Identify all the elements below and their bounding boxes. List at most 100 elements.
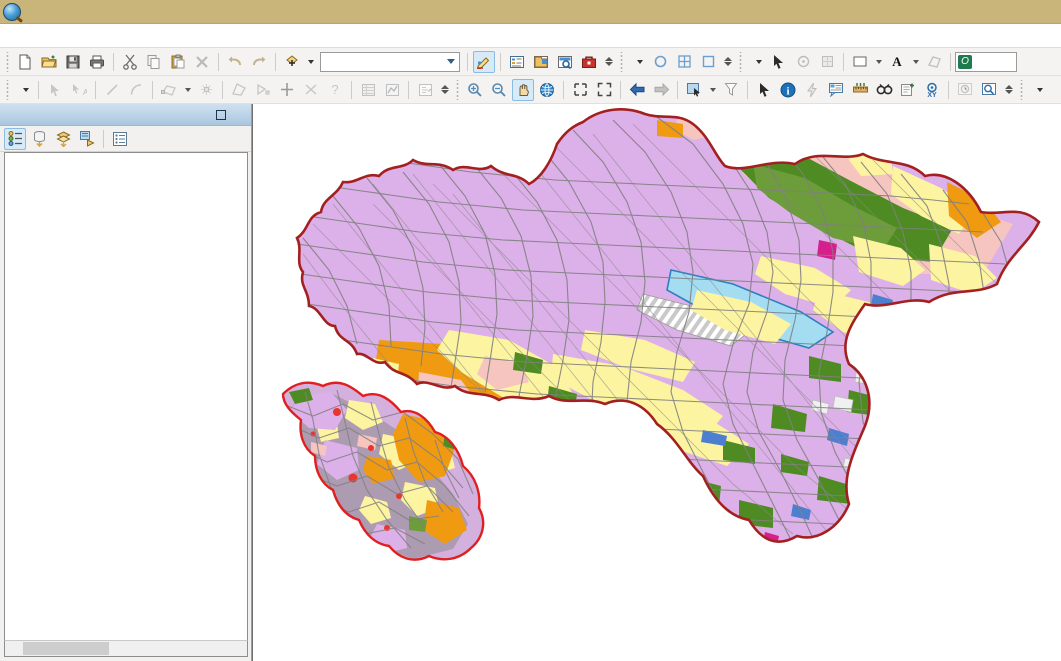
map-view[interactable] <box>252 104 1061 661</box>
chevron-down-icon[interactable] <box>23 88 29 92</box>
zoom-out-button[interactable] <box>488 79 510 101</box>
drawing-menu[interactable] <box>746 58 767 66</box>
editor-toolbar-grip[interactable] <box>4 80 11 100</box>
table-of-contents-button[interactable] <box>506 51 528 73</box>
menu-file[interactable] <box>8 33 26 39</box>
go-to-xy-button[interactable]: XY <box>921 79 943 101</box>
split-tool-button[interactable] <box>276 79 298 101</box>
help-tool-button[interactable]: ? <box>324 79 346 101</box>
snapping-overflow-button[interactable] <box>722 51 733 73</box>
go-back-extent-button[interactable] <box>626 79 648 101</box>
snapping-toolbar-grip[interactable] <box>618 52 625 72</box>
hyperlink-button[interactable] <box>801 79 823 101</box>
undo-button[interactable] <box>224 51 246 73</box>
snapping-point-button[interactable] <box>649 51 671 73</box>
edit-vertices-button[interactable] <box>816 51 838 73</box>
fill-color-dropdown-caret[interactable] <box>876 60 882 64</box>
select-elements-map-button[interactable] <box>753 79 775 101</box>
select-by-attributes-button[interactable] <box>720 79 742 101</box>
snapping-vertex-button[interactable] <box>673 51 695 73</box>
menu-geoprocessing[interactable] <box>116 33 134 39</box>
georeferencing-menu[interactable] <box>1027 86 1048 94</box>
rotate-tool-button[interactable] <box>300 79 322 101</box>
print-button[interactable] <box>86 51 108 73</box>
rotate-element-button[interactable] <box>792 51 814 73</box>
menu-help[interactable] <box>170 33 188 39</box>
snapping-menu[interactable] <box>627 58 648 66</box>
menu-windows[interactable] <box>152 33 170 39</box>
select-features-dropdown-caret[interactable] <box>710 88 716 92</box>
curve-segment-button[interactable] <box>125 79 147 101</box>
pan-button[interactable] <box>512 79 534 101</box>
drawing-toolbar-grip[interactable] <box>737 52 744 72</box>
toc-options-button[interactable] <box>109 128 131 150</box>
scroll-left-arrow-icon[interactable] <box>5 641 21 656</box>
catalog-button[interactable] <box>530 51 552 73</box>
tools-overflow-button[interactable] <box>1003 79 1014 101</box>
toolbar-overflow-button[interactable] <box>603 51 614 73</box>
list-by-source-button[interactable] <box>28 128 50 150</box>
menu-customize[interactable] <box>134 33 152 39</box>
identify-button[interactable]: i <box>777 79 799 101</box>
menu-selection[interactable] <box>98 33 116 39</box>
zoom-in-button[interactable] <box>464 79 486 101</box>
list-by-drawing-order-button[interactable] <box>4 128 26 150</box>
font-color-dropdown-caret[interactable] <box>913 60 919 64</box>
font-name-combobox[interactable]: O <box>955 52 1017 72</box>
editor-overflow-button[interactable] <box>439 79 450 101</box>
toc-tree[interactable] <box>4 152 248 640</box>
arctoolbox-button[interactable] <box>578 51 600 73</box>
construction-tool-dropdown-caret[interactable] <box>185 88 191 92</box>
time-slider-button[interactable] <box>954 79 976 101</box>
delete-button[interactable] <box>191 51 213 73</box>
editor-toolbar-toggle-button[interactable] <box>473 51 495 73</box>
snapping-edge-button[interactable] <box>697 51 719 73</box>
attributes-button[interactable] <box>357 79 379 101</box>
find-route-button[interactable] <box>897 79 919 101</box>
measure-button[interactable] <box>849 79 871 101</box>
editor-menu[interactable] <box>13 86 34 94</box>
menu-view[interactable] <box>44 33 62 39</box>
list-by-selection-button[interactable] <box>76 128 98 150</box>
close-panel-button[interactable] <box>231 107 247 123</box>
scroll-right-arrow-icon[interactable] <box>231 641 247 656</box>
azerbaijan-soil-zones-map[interactable] <box>253 104 1061 661</box>
menu-insert[interactable] <box>80 33 98 39</box>
create-viewer-window-button[interactable] <box>978 79 1000 101</box>
scrollbar-track[interactable] <box>21 641 231 656</box>
fixed-zoom-out-button[interactable] <box>593 79 615 101</box>
toc-horizontal-scrollbar[interactable] <box>4 640 248 657</box>
georeferencing-toolbar-grip[interactable] <box>1018 80 1025 100</box>
select-elements-button[interactable] <box>768 51 790 73</box>
edit-tool-button[interactable] <box>44 79 66 101</box>
chevron-down-icon[interactable] <box>756 60 762 64</box>
chevron-down-icon[interactable] <box>447 59 455 64</box>
font-color-button[interactable]: A <box>886 51 908 73</box>
add-data-dropdown-caret[interactable] <box>308 60 314 64</box>
edit-vertices-tool-button[interactable] <box>195 79 217 101</box>
go-forward-extent-button[interactable] <box>650 79 672 101</box>
sketch-properties-button[interactable] <box>381 79 403 101</box>
straight-segment-button[interactable] <box>101 79 123 101</box>
construction-tool-button[interactable] <box>158 79 180 101</box>
edit-annotation-button[interactable]: A <box>68 79 90 101</box>
cut-polygons-button[interactable] <box>252 79 274 101</box>
cut-button[interactable] <box>119 51 141 73</box>
scrollbar-thumb[interactable] <box>23 642 109 655</box>
create-features-button[interactable] <box>414 79 436 101</box>
open-button[interactable] <box>38 51 60 73</box>
full-extent-button[interactable] <box>536 79 558 101</box>
select-features-button[interactable] <box>683 79 705 101</box>
search-window-button[interactable] <box>554 51 576 73</box>
find-button[interactable] <box>873 79 895 101</box>
chevron-down-icon[interactable] <box>637 60 643 64</box>
tools-toolbar-grip[interactable] <box>454 80 461 100</box>
fixed-zoom-in-button[interactable] <box>569 79 591 101</box>
drawing-shape-button[interactable] <box>923 51 945 73</box>
auto-hide-button[interactable] <box>213 107 229 123</box>
copy-button[interactable] <box>143 51 165 73</box>
reshape-feature-button[interactable] <box>228 79 250 101</box>
menu-bookmarks[interactable] <box>62 33 80 39</box>
add-data-button[interactable] <box>281 51 303 73</box>
fill-color-button[interactable] <box>849 51 871 73</box>
